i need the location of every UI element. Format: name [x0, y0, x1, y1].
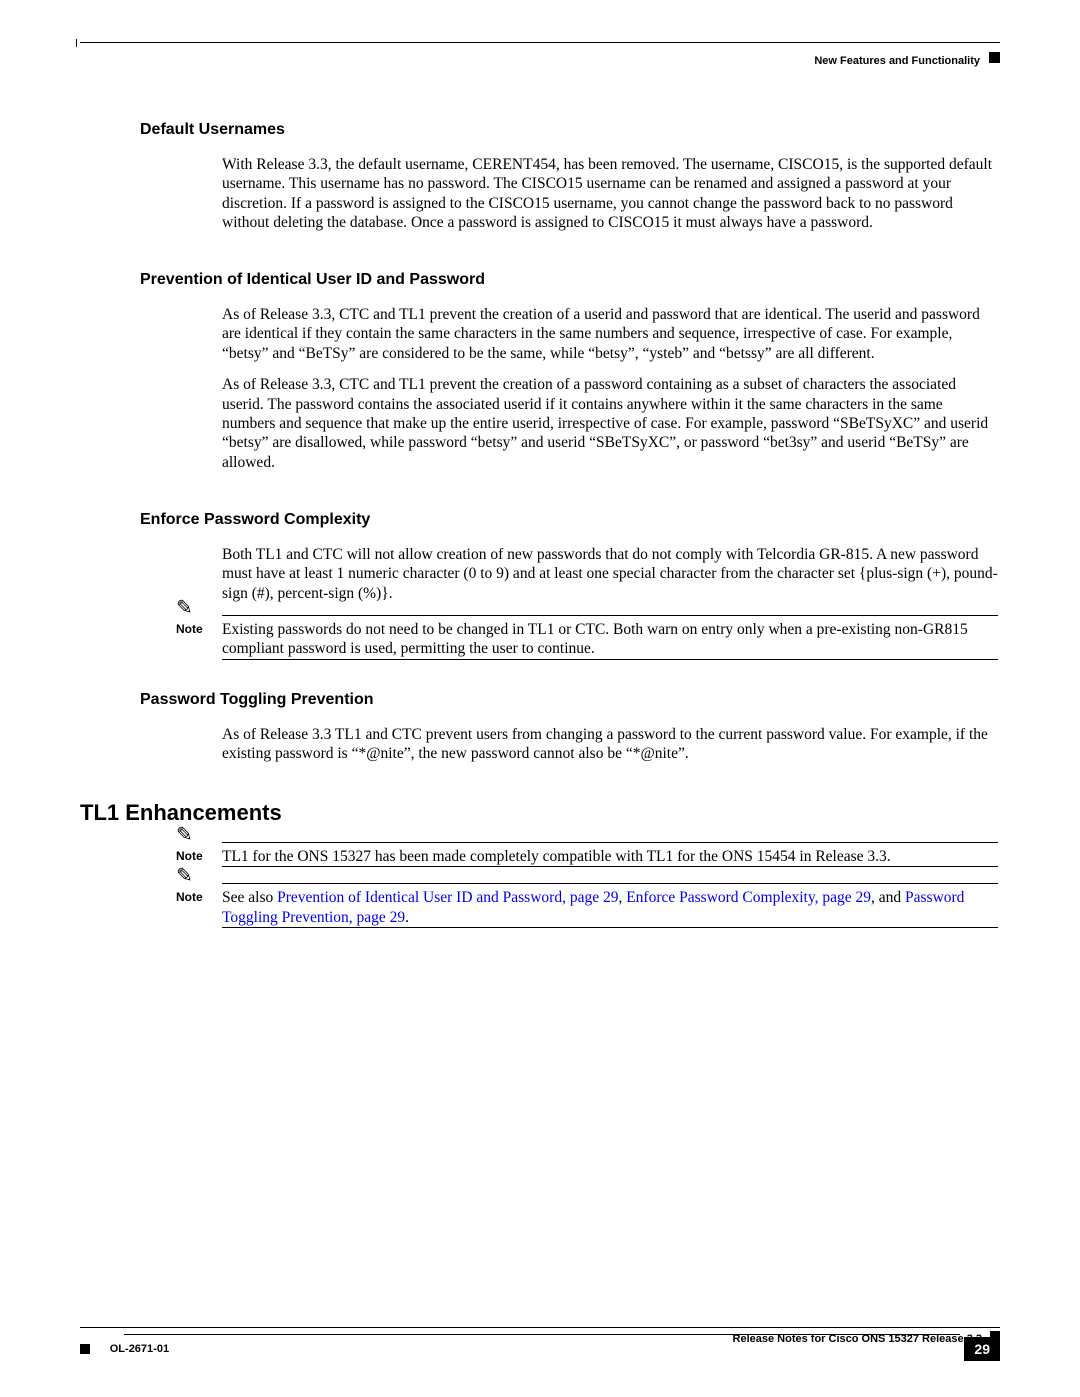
- note-label: Note: [176, 620, 222, 638]
- footer-rule: [80, 1327, 1000, 1328]
- note-rule-bottom: [222, 659, 998, 660]
- note-label: Note: [176, 847, 222, 865]
- note-rule-top: [222, 615, 998, 616]
- note-label: Note: [176, 888, 222, 906]
- note-icon: ✎: [176, 595, 193, 621]
- note-block: ✎ Note Existing passwords do not need to…: [176, 615, 998, 660]
- note-text: See also Prevention of Identical User ID…: [222, 888, 998, 927]
- body-text: As of Release 3.3, CTC and TL1 prevent t…: [222, 375, 998, 472]
- note-rule-top: [222, 883, 998, 884]
- footer-left: OL-2671-01: [80, 1339, 169, 1359]
- body-text: As of Release 3.3 TL1 and CTC prevent us…: [222, 725, 998, 764]
- xref-link[interactable]: Prevention of Identical User ID and Pass…: [277, 889, 618, 906]
- page-content: Default Usernames With Release 3.3, the …: [140, 120, 998, 944]
- note-rule-bottom: [222, 927, 998, 928]
- note-text-suffix: .: [405, 909, 409, 926]
- note-rule-bottom: [222, 866, 998, 867]
- note-block: ✎ Note See also Prevention of Identical …: [176, 883, 998, 928]
- note-text: Existing passwords do not need to be cha…: [222, 620, 998, 659]
- page-footer: Release Notes for Cisco ONS 15327 Releas…: [80, 1327, 1000, 1361]
- body-text: As of Release 3.3, CTC and TL1 prevent t…: [222, 305, 998, 363]
- note-rule-top: [222, 842, 998, 843]
- heading-enforce-complexity: Enforce Password Complexity: [140, 510, 998, 531]
- body-text: With Release 3.3, the default username, …: [222, 155, 998, 233]
- header-rule: [80, 42, 1000, 43]
- heading-default-usernames: Default Usernames: [140, 120, 998, 141]
- footer-marker-icon: [990, 1331, 1000, 1341]
- document-page: New Features and Functionality Default U…: [0, 0, 1080, 1397]
- footer-doc-id: OL-2671-01: [110, 1343, 169, 1355]
- header-marker-icon: [989, 52, 1000, 63]
- heading-tl1-enhancements: TL1 Enhancements: [80, 799, 998, 828]
- heading-prevention-identical: Prevention of Identical User ID and Pass…: [140, 270, 998, 291]
- note-block: ✎ Note TL1 for the ONS 15327 has been ma…: [176, 842, 998, 867]
- running-header: New Features and Functionality: [814, 54, 980, 68]
- note-text: TL1 for the ONS 15327 has been made comp…: [222, 847, 998, 866]
- body-text: Both TL1 and CTC will not allow creation…: [222, 545, 998, 603]
- footer-left-marker-icon: [80, 1344, 90, 1354]
- note-text-prefix: See also: [222, 889, 277, 906]
- xref-link[interactable]: Enforce Password Complexity, page 29: [626, 889, 871, 906]
- note-sep: , and: [871, 889, 905, 906]
- note-icon: ✎: [176, 863, 193, 889]
- heading-password-toggle: Password Toggling Prevention: [140, 690, 998, 711]
- note-icon: ✎: [176, 822, 193, 848]
